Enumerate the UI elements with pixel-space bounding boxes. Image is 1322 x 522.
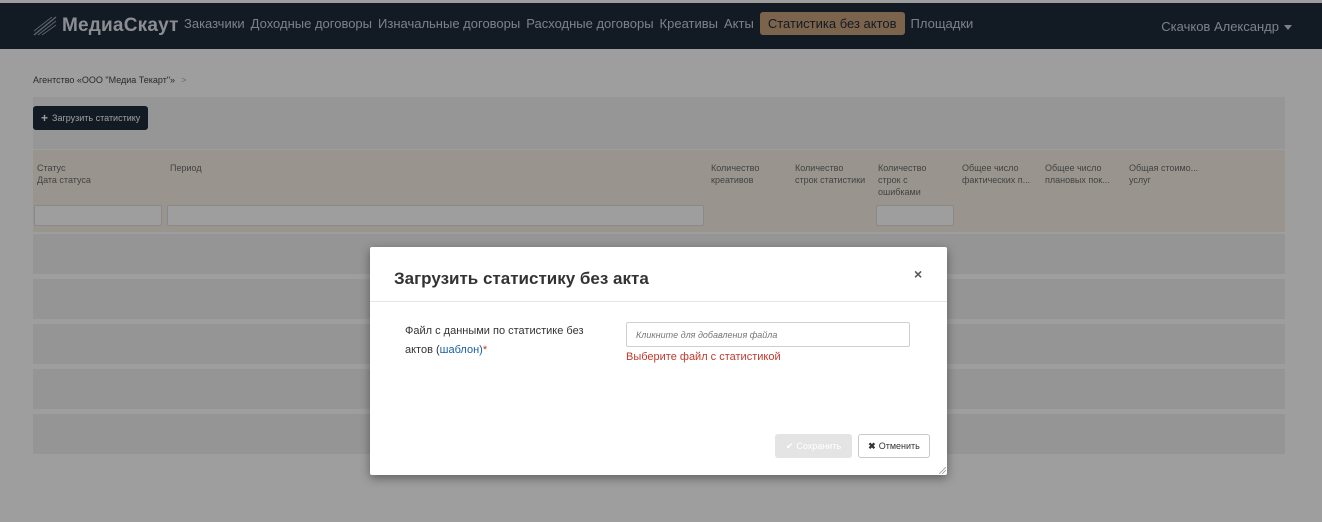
file-upload-placeholder: Кликните для добавления файла	[636, 329, 778, 340]
close-icon[interactable]: ×	[914, 266, 922, 282]
modal-title: Загрузить статистику без акта	[394, 269, 649, 288]
save-button[interactable]: ✔ Сохранить	[775, 434, 852, 458]
x-icon: ✖	[868, 440, 876, 451]
file-upload-input[interactable]: Кликните для добавления файла	[626, 322, 910, 347]
resize-handle-icon[interactable]	[938, 466, 946, 474]
cancel-label: Отменить	[878, 441, 920, 451]
file-field-label: Файл с данными по статистике без актов (…	[405, 322, 605, 360]
required-mark: *	[482, 344, 488, 356]
upload-stats-modal: Загрузить статистику без акта × Файл с д…	[370, 247, 947, 475]
file-error-message: Выберите файл с статистикой	[626, 351, 781, 363]
save-label: Сохранить	[796, 441, 842, 451]
check-icon: ✔	[785, 440, 794, 451]
file-field-label-text: Файл с данными по статистике без актов (	[405, 325, 584, 356]
cancel-button[interactable]: ✖ Отменить	[858, 434, 930, 458]
modal-header: Загрузить статистику без акта ×	[370, 247, 947, 302]
template-link[interactable]: шаблон	[440, 344, 479, 356]
